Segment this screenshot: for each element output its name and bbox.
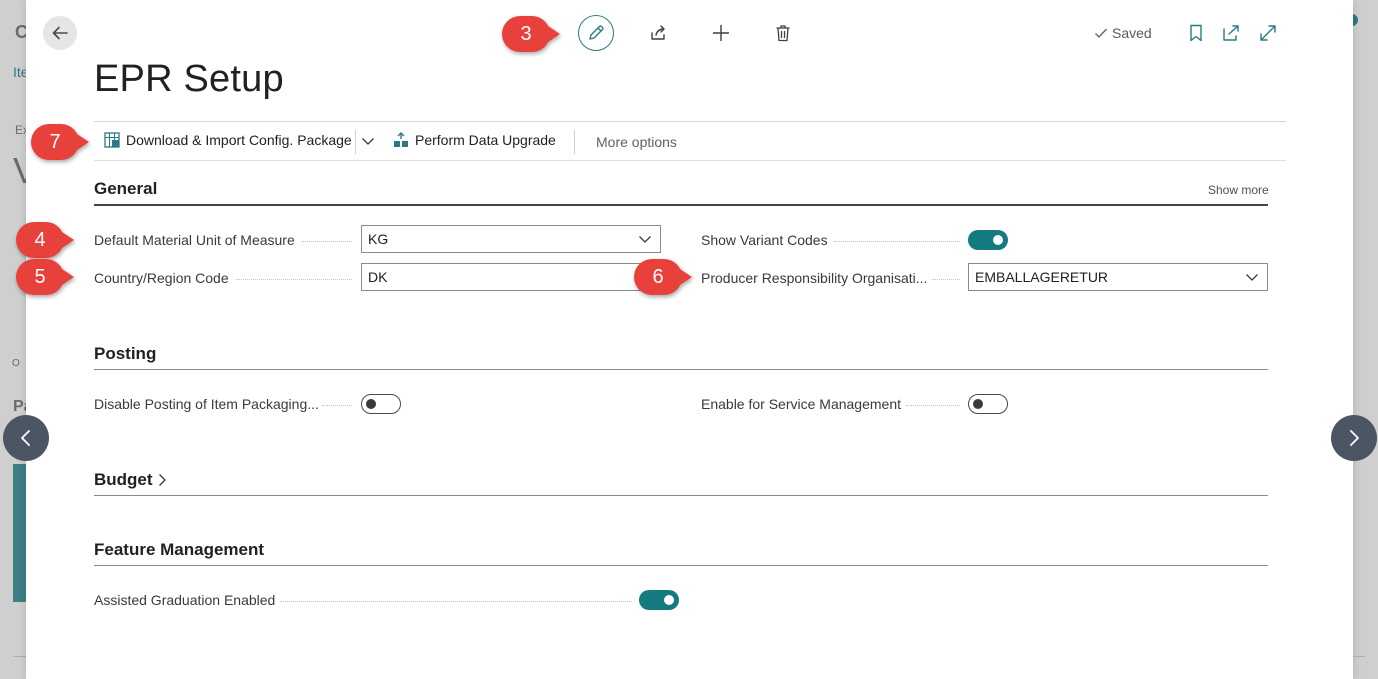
assisted-graduation-label: Assisted Graduation Enabled: [94, 592, 276, 608]
disable-posting-label: Disable Posting of Item Packaging...: [94, 396, 319, 412]
open-new-window-button[interactable]: [1216, 18, 1246, 48]
producer-responsibility-org-select[interactable]: EMBALLAGERETUR: [968, 263, 1268, 291]
chevron-right-icon: [1350, 430, 1359, 446]
section-budget-label: Budget: [94, 470, 153, 489]
leader-dots: [280, 601, 632, 603]
callout-pointer: [56, 265, 74, 289]
section-general-divider: [94, 204, 1268, 206]
callout-pointer: [542, 22, 560, 46]
saved-status: Saved: [1094, 25, 1152, 41]
country-region-value: DK: [368, 269, 388, 285]
bookmark-icon: [1190, 24, 1202, 42]
expand-button[interactable]: [1253, 18, 1283, 48]
new-button[interactable]: [706, 18, 736, 48]
pencil-icon: [589, 25, 604, 40]
section-feature-management-divider: [94, 565, 1268, 566]
service-management-label: Enable for Service Management: [701, 396, 901, 412]
chevron-down-icon: [362, 138, 374, 145]
share-icon: [651, 25, 665, 40]
section-budget-title[interactable]: Budget: [94, 470, 167, 490]
download-import-dropdown[interactable]: [361, 136, 375, 146]
callout-pointer: [674, 265, 692, 289]
show-variant-codes-toggle[interactable]: [968, 230, 1008, 250]
leader-dots: [906, 405, 960, 407]
default-uom-label: Default Material Unit of Measure: [94, 232, 295, 248]
callout-5: 5: [16, 259, 74, 295]
open-in-new-window-icon: [1223, 25, 1239, 41]
default-uom-select[interactable]: KG: [361, 225, 661, 253]
plus-icon: [712, 24, 730, 42]
service-management-toggle[interactable]: [968, 394, 1008, 414]
download-import-config-label: Download & Import Config. Package: [126, 132, 352, 148]
package-import-icon: [104, 132, 120, 148]
split-divider: [355, 130, 356, 154]
next-record-button[interactable]: [1331, 415, 1377, 461]
actionbar-divider: [574, 130, 575, 154]
data-upgrade-icon: [394, 132, 408, 147]
previous-record-button[interactable]: [3, 415, 49, 461]
epr-setup-dialog: [26, 0, 1353, 679]
callout-3: 3: [502, 16, 560, 52]
arrow-left-icon: [52, 26, 68, 40]
show-more-link[interactable]: Show more: [1208, 183, 1269, 197]
assisted-graduation-toggle[interactable]: [639, 590, 679, 610]
trash-icon: [776, 25, 790, 42]
country-region-input[interactable]: DK: [361, 263, 661, 291]
callout-pointer: [56, 228, 74, 252]
chevron-right-icon: [158, 474, 166, 486]
chevron-down-icon: [639, 236, 651, 243]
actionbar-bottom-divider: [94, 160, 1286, 161]
chevron-left-icon: [21, 430, 30, 446]
leader-dots: [236, 279, 352, 281]
show-variant-codes-label: Show Variant Codes: [701, 232, 828, 248]
country-region-label: Country/Region Code: [94, 270, 229, 286]
perform-data-upgrade-label: Perform Data Upgrade: [415, 132, 556, 148]
producer-responsibility-org-value: EMBALLAGERETUR: [975, 269, 1109, 285]
bookmark-button[interactable]: [1181, 18, 1211, 48]
checkmark-icon: [1095, 28, 1107, 38]
disable-posting-toggle[interactable]: [361, 394, 401, 414]
toggle-knob: [664, 595, 674, 605]
section-general-title[interactable]: General: [94, 179, 157, 199]
leader-dots: [932, 279, 960, 281]
bg-radio-fragment: O: [12, 358, 20, 369]
callout-7: 7: [31, 124, 89, 160]
section-feature-management-title[interactable]: Feature Management: [94, 540, 264, 560]
perform-data-upgrade-button[interactable]: Perform Data Upgrade: [393, 132, 556, 148]
back-button[interactable]: [43, 16, 77, 50]
toggle-knob: [366, 398, 376, 409]
toggle-knob: [993, 235, 1003, 245]
callout-6: 6: [634, 259, 692, 295]
expand-icon: [1260, 25, 1276, 41]
section-posting-title[interactable]: Posting: [94, 344, 156, 364]
toggle-knob: [973, 398, 983, 409]
leader-dots: [834, 241, 960, 243]
section-posting-divider: [94, 369, 1268, 370]
chevron-down-icon: [1246, 274, 1258, 281]
share-button[interactable]: [643, 18, 673, 48]
default-uom-value: KG: [368, 231, 389, 247]
actionbar-top-divider: [94, 121, 1286, 122]
page-title: EPR Setup: [94, 58, 284, 100]
delete-button[interactable]: [768, 18, 798, 48]
leader-dots: [302, 241, 352, 243]
producer-responsibility-org-label: Producer Responsibility Organisati...: [701, 270, 928, 286]
edit-button[interactable]: [578, 15, 614, 51]
bg-tile: [13, 464, 27, 602]
download-import-config-button[interactable]: Download & Import Config. Package: [104, 132, 352, 148]
callout-4: 4: [16, 222, 74, 258]
callout-pointer: [71, 130, 89, 154]
leader-dots: [322, 405, 352, 407]
more-options-button[interactable]: More options: [596, 134, 677, 150]
saved-label: Saved: [1112, 25, 1152, 41]
section-budget-divider: [94, 495, 1268, 496]
